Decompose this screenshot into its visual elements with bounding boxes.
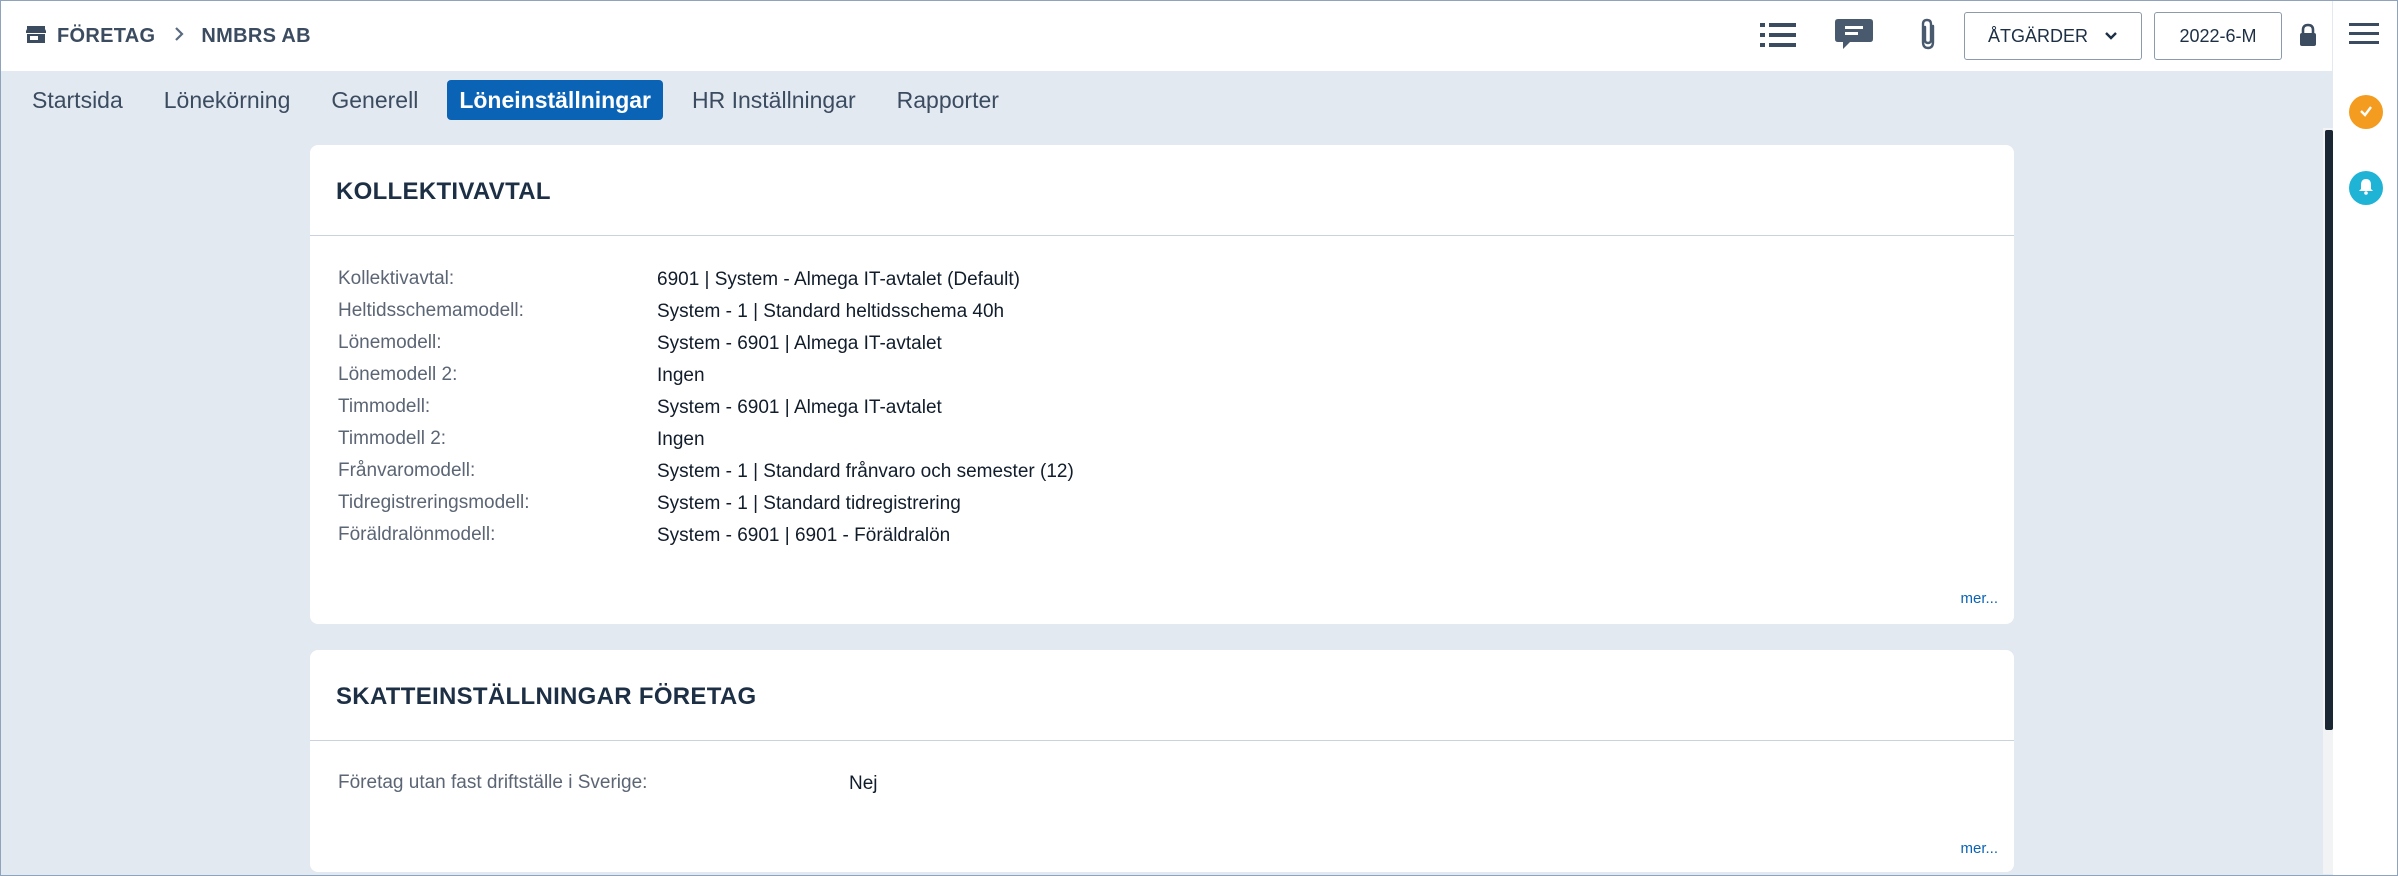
detail-row: Timmodell: [338,391,430,423]
card-divider [310,740,2014,741]
row-label: Heltidsschemamodell: [338,300,524,321]
paperclip-icon[interactable] [1906,15,1950,55]
chat-icon[interactable] [1832,15,1876,55]
chevron-down-icon [2104,31,2118,41]
row-label: Timmodell 2: [338,428,447,449]
row-value: System - 6901 | Almega IT-avtalet [657,397,942,418]
notifications-badge[interactable] [2349,171,2383,205]
tab-rapporter[interactable]: Rapporter [885,80,1011,120]
right-rail [2333,1,2397,875]
tab-loneinstallningar[interactable]: Löneinställningar [447,80,663,120]
skatteinstallningar-card: SKATTEINSTÄLLNINGAR FÖRETAG Företag utan… [310,650,2014,872]
actions-label: ÅTGÄRDER [1987,25,2088,46]
breadcrumb-company[interactable]: NMBRS AB [201,25,310,48]
card-title: SKATTEINSTÄLLNINGAR FÖRETAG [336,683,757,710]
detail-row: Föräldralönmodell: [338,519,495,551]
row-value: System - 1 | Standard tidregistrering [657,493,961,514]
detail-row: Heltidsschemamodell: [338,295,524,327]
tab-startsida[interactable]: Startsida [20,80,135,120]
list-icon[interactable] [1756,15,1800,55]
card-title: KOLLEKTIVAVTAL [336,178,551,205]
breadcrumb: FÖRETAG NMBRS AB [25,1,311,71]
main-tabs: Startsida Lönekörning Generell Löneinstä… [20,80,1028,120]
row-value: Ingen [657,429,705,450]
row-label: Tidregistreringsmodell: [338,492,530,513]
more-link[interactable]: mer... [1960,590,1998,607]
row-value: System - 1 | Standard heltidsschema 40h [657,301,1005,322]
more-link[interactable]: mer... [1960,840,1998,857]
lock-icon[interactable] [2295,15,2321,55]
hamburger-menu-icon[interactable] [2349,21,2379,52]
row-label: Lönemodell: [338,332,442,353]
chevron-right-icon [173,25,185,48]
row-label: Företag utan fast driftställe i Sverige: [338,772,648,793]
kollektivavtal-card: KOLLEKTIVAVTAL Kollektivavtal: 6901 | Sy… [310,145,2014,624]
detail-row: Kollektivavtal: [338,263,454,295]
tab-generell[interactable]: Generell [319,80,430,120]
row-value: System - 1 | Standard frånvaro och semes… [657,461,1074,482]
detail-row: Timmodell 2: [338,423,446,455]
tab-lonekorning[interactable]: Lönekörning [152,80,303,120]
bell-icon [2357,177,2375,200]
actions-dropdown-button[interactable]: ÅTGÄRDER [1964,12,2142,60]
detail-row: Lönemodell 2: [338,359,457,391]
row-label: Föräldralönmodell: [338,524,496,545]
breadcrumb-section[interactable]: FÖRETAG [57,25,155,48]
row-label: Kollektivavtal: [338,268,455,289]
detail-row: Företag utan fast driftställe i Sverige: [338,767,647,799]
row-label: Lönemodell 2: [338,364,458,385]
check-icon [2358,102,2374,123]
tasks-badge[interactable] [2349,95,2383,129]
period-selector-button[interactable]: 2022-6-M [2154,12,2282,60]
detail-row: Frånvaromodell: [338,455,475,487]
card-divider [310,235,2014,236]
scrollbar-thumb[interactable] [2325,130,2333,730]
period-label: 2022-6-M [2179,25,2257,46]
tab-hr-installningar[interactable]: HR Inställningar [680,80,868,120]
row-value: System - 6901 | 6901 - Föräldralön [657,525,951,546]
store-icon [25,23,47,50]
detail-row: Lönemodell: [338,327,442,359]
row-label: Frånvaromodell: [338,460,476,481]
detail-row: Tidregistreringsmodell: [338,487,529,519]
top-bar: FÖRETAG NMBRS AB ÅTGÄRDER 2022-6-M [1,1,2332,71]
row-value: Nej [849,773,878,794]
row-value: System - 6901 | Almega IT-avtalet [657,333,942,354]
row-value: 6901 | System - Almega IT-avtalet (Defau… [657,269,1020,290]
row-value: Ingen [657,365,705,386]
row-label: Timmodell: [338,396,431,417]
